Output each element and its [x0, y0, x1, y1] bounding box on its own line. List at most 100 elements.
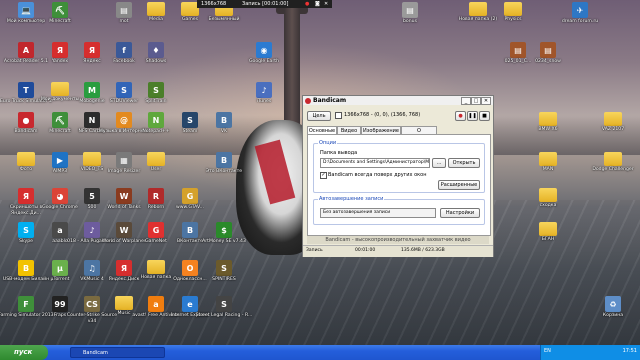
maximize-button[interactable]: □	[471, 97, 481, 105]
desktop-icon[interactable]: ◉ Google Earth	[235, 42, 293, 65]
taskbar: пуск Bandicam EN 17:51	[0, 345, 640, 360]
desktop-icon[interactable]: BMW X6	[519, 112, 577, 133]
app-icon: ▤	[540, 42, 556, 58]
app-icon: ▤	[402, 2, 418, 18]
desktop-icon[interactable]: S Street Legal Racing - R...	[195, 296, 253, 319]
taskbar-item-bandicam[interactable]: Bandicam	[70, 347, 165, 358]
bandicam-capture-bar[interactable]: 1366x768 Запись [00:01:00] ● ◙ ✕	[197, 0, 332, 8]
auto-stop-group: Автозавершение записи Без автозавершения…	[313, 196, 485, 225]
desktop-icon-label: Physics	[504, 17, 522, 22]
desktop-icon[interactable]: ▤ bonus	[381, 2, 439, 25]
minimize-button[interactable]: _	[461, 97, 471, 105]
desktop-icon[interactable]: В VK	[195, 112, 253, 135]
app-icon: ◉	[256, 42, 272, 58]
window-title: Bandicam	[313, 97, 347, 104]
system-tray: EN 17:51	[540, 345, 640, 360]
region-text: 1366x768 - (0, 0), (1366, 768)	[344, 112, 421, 118]
region-checkbox[interactable]	[335, 112, 342, 119]
desktop-icon-label: MAN	[542, 167, 554, 172]
folder-icon	[604, 152, 622, 166]
rec-button[interactable]: ●	[455, 111, 466, 121]
desktop-icon[interactable]: ✈ dream forum.ru	[551, 2, 609, 25]
desktop-icon[interactable]: Dodge Challenger	[584, 152, 640, 173]
status-time: 00:01:00	[355, 248, 376, 253]
desktop-icon[interactable]: ♻ Корзина	[584, 296, 640, 319]
desktop-icon[interactable]: ⛏ Minecraft	[31, 2, 89, 25]
folder-icon	[147, 152, 165, 166]
close-button[interactable]: ✕	[481, 97, 491, 105]
desktop-icon[interactable]: ♪ iTunes	[235, 82, 293, 105]
desktop-icon-label: www.GTAV...	[176, 205, 204, 210]
toolbar: Цель 1366x768 - (0, 0), (1366, 768) ● ❚❚…	[307, 111, 490, 121]
bandicam-window: Bandicam _ □ ✕ Цель 1366x768 - (0, 0), (…	[302, 95, 494, 257]
desktop-icon[interactable]: ▤ 0234_snow	[519, 42, 577, 65]
record-icon[interactable]: ●	[305, 0, 309, 8]
desktop-icon[interactable]: ♦ Shadows	[127, 42, 185, 65]
desktop-icon-label: Dodge Challenger	[592, 167, 634, 172]
capture-record-time: Запись [00:01:00]	[242, 1, 289, 7]
camera-icon[interactable]: ◙	[315, 0, 320, 8]
status-state: Запись	[306, 248, 323, 253]
desktop-icon[interactable]: $ ArtMoney SE v7.43	[195, 222, 253, 245]
tabs: Основные Видео Изображение О программе	[307, 126, 489, 142]
desktop-icon-label: ArtMoney SE v7.43	[202, 239, 246, 244]
close-icon[interactable]: ✕	[324, 0, 328, 8]
desktop-icon[interactable]: VAZ 2107	[584, 112, 640, 133]
desktop-icon-label: Безымянный	[208, 17, 240, 22]
folder-icon	[504, 2, 522, 16]
on-top-checkbox[interactable]: ✓	[320, 172, 327, 179]
window-titlebar[interactable]: Bandicam _ □ ✕	[303, 96, 493, 105]
app-icon: В	[216, 152, 232, 168]
app-icon: S	[216, 296, 232, 312]
output-folder-field[interactable]: D:\Documents and Settings\Администратор\…	[320, 158, 430, 168]
desktop-icon-label: BMW X6	[538, 127, 558, 132]
stop-icon[interactable]: ■	[479, 111, 490, 121]
app-icon: ✈	[572, 2, 588, 18]
app-icon: G	[182, 188, 198, 204]
app-icon: ♪	[256, 82, 272, 98]
auto-stop-field: Без автозавершения записи	[320, 208, 436, 218]
settings-button[interactable]: Настройки	[440, 208, 480, 218]
folder-icon	[539, 112, 557, 126]
footer-banner[interactable]: Bandicam - высокопроизводительный захват…	[307, 236, 489, 244]
browse-button[interactable]: ...	[432, 158, 446, 168]
desktop-icon[interactable]: БГАН	[519, 222, 577, 243]
desktop-icon[interactable]: сходка	[519, 188, 577, 209]
desktop-icon[interactable]: MAN	[519, 152, 577, 173]
start-button[interactable]: пуск	[0, 345, 48, 360]
desktop-icon[interactable]: Physics	[484, 2, 542, 23]
app-icon: S	[148, 82, 164, 98]
desktop-icon[interactable]: В Это ВКонтакте	[195, 152, 253, 175]
desktop-icon-label: SplitTrain	[145, 99, 167, 104]
app-icon: ⛏	[52, 2, 68, 18]
desktop-icon-label: iTunes	[256, 99, 272, 104]
desktop-icon-label: Street Legal Racing - R...	[195, 313, 253, 318]
app-icon: S	[216, 260, 232, 276]
app-icon: В	[216, 112, 232, 128]
folder-icon	[604, 112, 622, 126]
desktop-icon-label: Google Earth	[249, 59, 279, 64]
desktop-icon-label: БГАН	[541, 237, 555, 242]
tray-clock: 17:51	[622, 348, 637, 354]
desktop-icon[interactable]: S SplitTrain	[127, 82, 185, 105]
desktop-icon-label: Shadows	[145, 59, 167, 64]
pause-icon[interactable]: ❚❚	[467, 111, 478, 121]
main-panel: Опции Папка вывода D:\Documents and Sett…	[307, 134, 491, 236]
options-group: Опции Папка вывода D:\Documents and Sett…	[313, 140, 485, 193]
desktop-icon-label: bonus	[403, 19, 417, 24]
desktop-icon-label: dream forum.ru	[561, 19, 599, 24]
on-top-label: Bandicam всегда поверх других окон	[328, 172, 427, 178]
desktop-icon[interactable]: User	[127, 152, 185, 173]
tray-language[interactable]: EN	[544, 348, 551, 354]
desktop-icon[interactable]: Gwww.GTAV...	[161, 188, 219, 211]
folder-icon	[539, 188, 557, 202]
app-icon: ♦	[148, 42, 164, 58]
desktop-icon-label: Корзина	[602, 313, 624, 318]
advanced-button[interactable]: Расширенные	[438, 180, 480, 190]
desktop-icon[interactable]: S SPINTIRES	[195, 260, 253, 283]
desktop-icon-label: сходка	[539, 203, 557, 208]
desktop-icon-label: User	[150, 167, 162, 172]
target-button[interactable]: Цель	[307, 111, 331, 121]
app-icon: $	[216, 222, 232, 238]
open-button[interactable]: Открыть	[448, 158, 480, 168]
